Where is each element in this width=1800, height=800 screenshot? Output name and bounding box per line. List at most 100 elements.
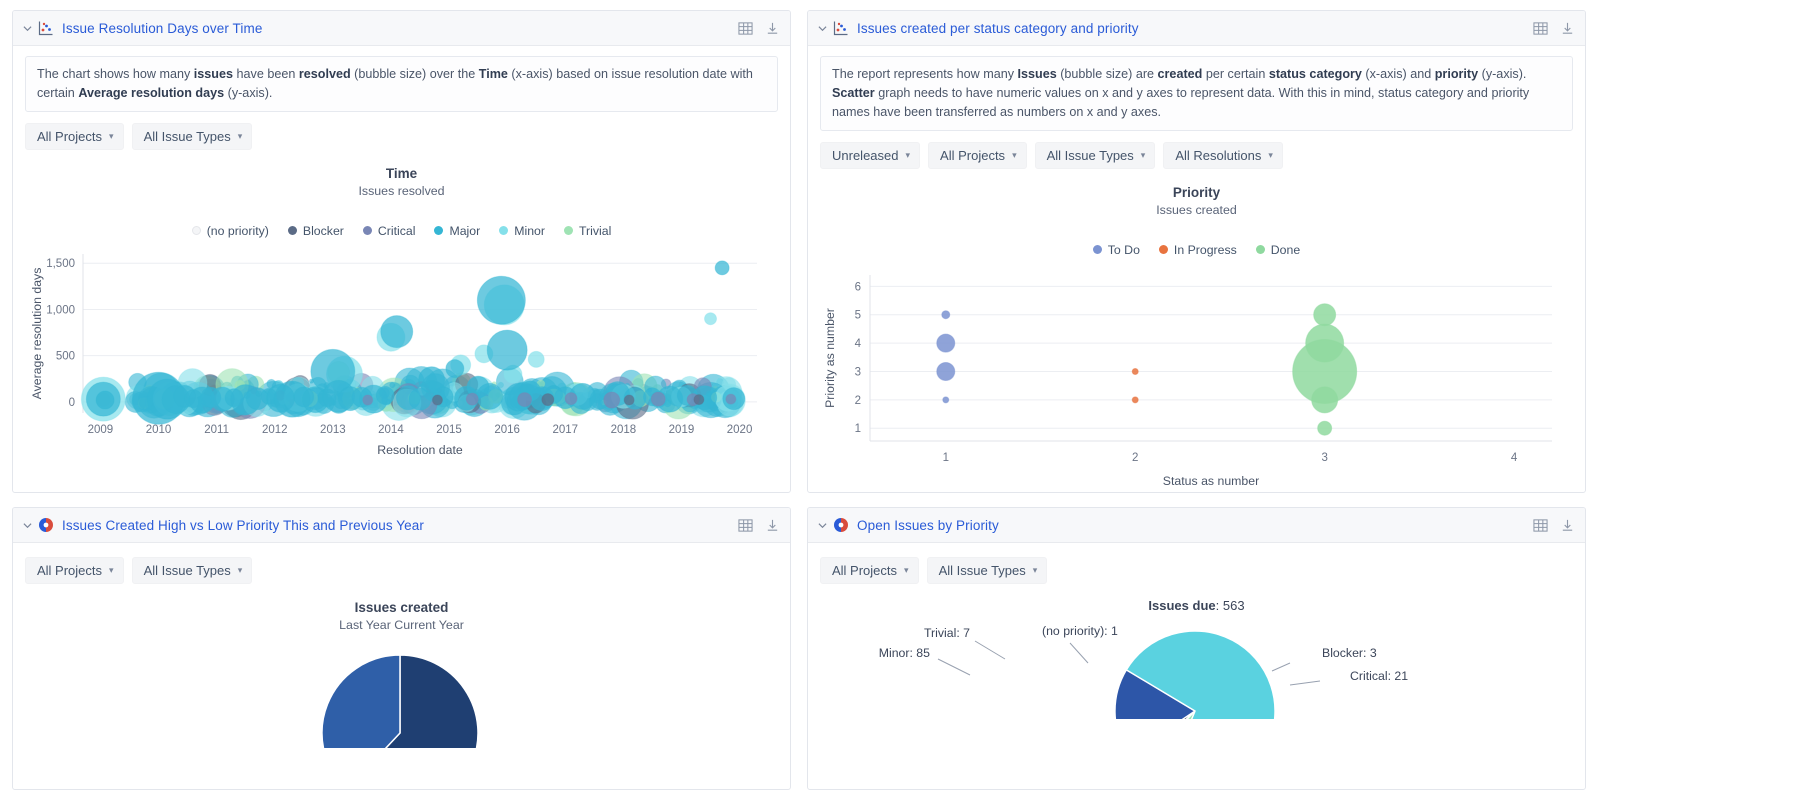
filter-all-projects[interactable]: All Projects ▾ [820, 557, 919, 584]
legend-item-major[interactable]: Major [434, 224, 480, 238]
gadget-header: Issue Resolution Days over Time [13, 11, 790, 46]
table-view-icon[interactable] [738, 518, 753, 533]
gadget-description: The chart shows how many issues have bee… [25, 56, 778, 112]
legend-item-in-progress[interactable]: In Progress [1158, 243, 1237, 257]
issues-due-value: 563 [1222, 598, 1245, 613]
download-icon[interactable] [765, 21, 780, 36]
filter-all-issue-types[interactable]: All Issue Types ▾ [131, 557, 253, 584]
download-icon[interactable] [1560, 21, 1575, 36]
svg-text:4: 4 [1511, 452, 1518, 464]
svg-text:2: 2 [1132, 452, 1138, 464]
filter-label: All Projects [37, 563, 103, 578]
svg-text:Status as number: Status as number [1163, 474, 1259, 488]
gadget-header: Open Issues by Priority [808, 508, 1585, 543]
gadget-issue-resolution-days-over-time: Issue Resolution Days over Time The char… [12, 10, 791, 493]
svg-text:2017: 2017 [552, 424, 578, 436]
legend-label: Critical [377, 223, 416, 238]
legend-item-critical[interactable]: Critical [362, 223, 416, 238]
pie-label-leader-line [937, 658, 971, 676]
pie-label-leader-line [974, 640, 1006, 660]
filter-all-issue-types[interactable]: All Issue Types ▾ [131, 122, 253, 150]
pie-slice-label: Critical: 21 [1350, 669, 1408, 683]
filter-all-projects[interactable]: All Projects ▾ [25, 557, 124, 584]
legend-item-blocker[interactable]: Blocker [287, 223, 344, 238]
issues-due-label: Issues due [1148, 598, 1216, 613]
gadget-header-actions [738, 518, 780, 533]
gadget-open-issues-by-priority: Open Issues by Priority All Projects ▾ A… [807, 507, 1586, 790]
gadget-title[interactable]: Issue Resolution Days over Time [62, 21, 262, 36]
svg-text:3: 3 [855, 366, 861, 378]
pie-chart-created-priority [25, 638, 778, 789]
chart-title: Time [385, 165, 418, 181]
scatter-plot-resolution: 1,500 1,000 500 0 2009 2010 2011 2012 2013 2014 20… [25, 244, 778, 492]
collapse-chevron-icon[interactable] [814, 20, 830, 36]
gadget-title[interactable]: Issues created per status category and p… [857, 21, 1139, 36]
gadget-title[interactable]: Open Issues by Priority [857, 518, 999, 533]
gadget-issues-created-per-status-and-priority: Issues created per status category and p… [807, 10, 1586, 493]
svg-text:1: 1 [943, 452, 949, 464]
legend-color-swatch [563, 226, 573, 236]
gadget-body: All Projects ▾ All Issue Types ▾ Issues … [13, 543, 790, 789]
filter-label: All Issue Types [143, 563, 231, 578]
filter-all-projects[interactable]: All Projects ▾ [25, 122, 124, 150]
legend-color-swatch [191, 226, 201, 236]
chart-legend: (no priority) Blocker Critical Major Minor Tr… [25, 224, 778, 238]
scatter-plot-status-priority: 6 5 4 3 2 1 1 2 3 4 Status as number Priority as nu… [820, 263, 1573, 492]
chart-legend: To Do In Progress Done [820, 243, 1573, 257]
legend-label: Major [449, 223, 481, 238]
legend-label: (no priority) [206, 223, 269, 238]
legend-item-to-do[interactable]: To Do [1092, 243, 1140, 257]
collapse-chevron-icon[interactable] [814, 517, 830, 533]
filter-all-resolutions[interactable]: All Resolutions ▾ [1163, 141, 1283, 169]
svg-text:500: 500 [56, 350, 75, 362]
pie-label-leader-line [1271, 662, 1291, 672]
gadget-body: The chart shows how many issues have bee… [13, 46, 790, 492]
filter-bar: All Projects ▾ All Issue Types ▾ [25, 557, 778, 584]
legend-color-swatch [362, 226, 372, 236]
legend-label: Trivial [578, 223, 612, 238]
download-icon[interactable] [1560, 518, 1575, 533]
filter-bar: All Projects ▾ All Issue Types ▾ [820, 557, 1573, 584]
filter-all-issue-types[interactable]: All Issue Types ▾ [926, 557, 1048, 584]
legend-item-done[interactable]: Done [1255, 243, 1300, 257]
legend-item-minor[interactable]: Minor [499, 224, 545, 238]
filter-label: All Resolutions [1175, 147, 1262, 163]
gadget-issues-created-high-vs-low-priority: Issues Created High vs Low Priority This… [12, 507, 791, 790]
legend-label: Blocker [302, 223, 344, 238]
filter-bar: Unreleased ▾ All Projects ▾ All Issue Ty… [820, 141, 1573, 169]
filter-label: Unreleased [832, 147, 899, 163]
gadget-header-actions [738, 21, 780, 36]
gadget-header: Issues created per status category and p… [808, 11, 1585, 46]
filter-unreleased[interactable]: Unreleased ▾ [820, 141, 921, 169]
gadget-header-actions [1533, 518, 1575, 533]
series-done [1292, 302, 1358, 436]
table-view-icon[interactable] [1533, 518, 1548, 533]
filter-all-issue-types[interactable]: All Issue Types ▾ [1034, 141, 1156, 169]
pie-slice[interactable] [321, 654, 401, 748]
series-major [85, 260, 746, 425]
svg-text:Resolution date: Resolution date [377, 443, 463, 457]
table-view-icon[interactable] [1533, 21, 1548, 36]
collapse-chevron-icon[interactable] [19, 20, 35, 36]
legend-color-swatch [499, 226, 509, 236]
gadget-body: All Projects ▾ All Issue Types ▾ Issues … [808, 543, 1585, 789]
download-icon[interactable] [765, 518, 780, 533]
table-view-icon[interactable] [738, 21, 753, 36]
legend-item-no-priority[interactable]: (no priority) [191, 223, 269, 238]
legend-item-trivial[interactable]: Trivial [563, 223, 612, 238]
collapse-chevron-icon[interactable] [19, 517, 35, 533]
gadget-title[interactable]: Issues Created High vs Low Priority This… [62, 518, 424, 533]
filter-label: All Projects [940, 147, 1006, 163]
svg-text:2012: 2012 [262, 424, 288, 436]
chevron-down-icon: ▾ [904, 565, 909, 575]
chevron-down-icon: ▾ [1012, 149, 1017, 160]
scatter-chart-icon [832, 19, 850, 37]
filter-all-projects[interactable]: All Projects ▾ [928, 141, 1027, 169]
pie-chart-icon [832, 516, 850, 534]
svg-text:2009: 2009 [88, 424, 114, 436]
svg-text:Average resolution days: Average resolution days [30, 267, 44, 399]
pie-slice-label: (no priority): 1 [1042, 624, 1118, 638]
pie-slice-label: Blocker: 3 [1322, 646, 1377, 660]
gadget-description: The report represents how many Issues (b… [820, 56, 1573, 131]
filter-label: All Issue Types [1046, 147, 1134, 163]
